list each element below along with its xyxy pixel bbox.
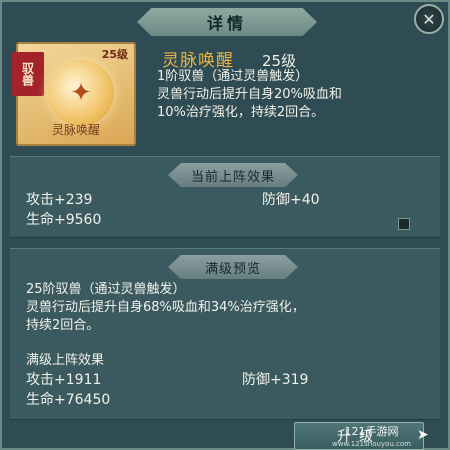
plugin-icon: [398, 218, 410, 230]
skill-type-tag: 驭兽: [12, 52, 44, 96]
max-effects-title: 满级上阵效果: [26, 353, 105, 368]
skill-desc-line: 灵兽行动后提升自身20%吸血和: [157, 87, 342, 102]
max-desc-line: 灵兽行动后提升自身68%吸血和34%治疗强化，: [26, 300, 305, 315]
max-desc-line: 25阶驭兽（通过灵兽触发）: [26, 282, 186, 297]
skill-detail-panel: 详情 ✕ 驭兽 25级 ✦ 灵脉唤醒 灵脉唤醒 25级 1阶驭兽（通过灵兽触发）…: [0, 0, 450, 450]
skill-card-level: 25级: [101, 48, 128, 61]
close-button[interactable]: ✕: [414, 4, 444, 34]
max-preview-banner: 满级预览: [168, 255, 298, 279]
skill-card: 驭兽 25级 ✦ 灵脉唤醒: [12, 42, 136, 146]
watermark: 121手游网 www.121shouyou.com: [332, 426, 411, 450]
arrow-right-icon: ➤: [417, 427, 437, 443]
current-hp: 生命+9560: [26, 212, 102, 228]
max-preview-section: 满级预览 25阶驭兽（通过灵兽触发） 灵兽行动后提升自身68%吸血和34%治疗强…: [10, 248, 440, 420]
current-attack: 攻击+239: [26, 192, 93, 208]
skill-description: 1阶驭兽（通过灵兽触发） 灵兽行动后提升自身20%吸血和 10%治疗强化，持续2…: [157, 68, 447, 122]
max-attack: 攻击+1911: [26, 372, 102, 388]
skill-desc-line: 10%治疗强化，持续2回合。: [157, 105, 325, 120]
current-effects-banner: 当前上阵效果: [168, 163, 298, 187]
max-description: 25阶驭兽（通过灵兽触发） 灵兽行动后提升自身68%吸血和34%治疗强化， 持续…: [26, 281, 431, 335]
fox-spirit-icon: ✦: [48, 60, 114, 126]
close-icon: ✕: [422, 9, 436, 29]
max-hp: 生命+76450: [26, 392, 111, 408]
max-defense: 防御+319: [242, 372, 309, 388]
current-defense: 防御+40: [262, 192, 320, 208]
page-title: 详情: [206, 14, 247, 33]
title-banner: 详情: [137, 8, 317, 36]
skill-desc-line: 1阶驭兽（通过灵兽触发）: [157, 69, 309, 84]
skill-card-name: 灵脉唤醒: [51, 123, 100, 137]
current-effects-section: 当前上阵效果 攻击+239 防御+40 生命+9560: [10, 156, 440, 238]
max-desc-line: 持续2回合。: [26, 318, 100, 333]
watermark-line2: www.121shouyou.com: [332, 440, 411, 448]
watermark-line1: 121手游网: [344, 425, 399, 438]
